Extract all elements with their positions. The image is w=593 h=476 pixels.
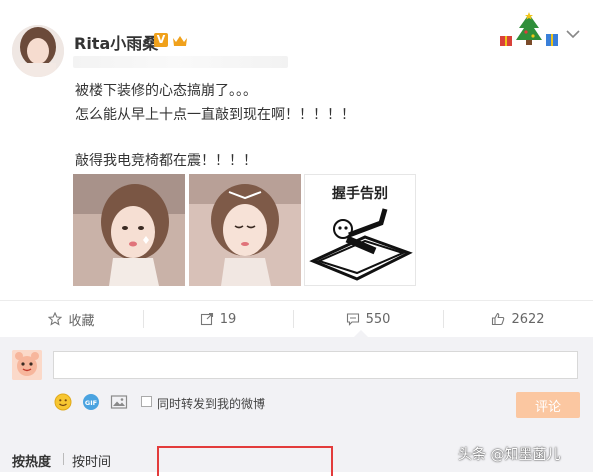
verified-badge-icon: V [154,33,168,47]
image-icon[interactable] [110,393,128,411]
favorite-button[interactable]: 收藏 [0,301,143,337]
post-text-line: 被楼下装修的心态搞崩了。。。 [75,83,257,99]
avatar[interactable] [12,25,64,77]
like-count: 2622 [511,311,545,327]
post-text-line: 敲得我电竞椅都在震！！！！ [75,153,257,169]
username[interactable]: Rita小雨桑 [74,30,158,54]
sort-by-time[interactable]: 按时间 [72,451,111,470]
post-photo[interactable] [73,174,185,286]
post-text-line: 怎么能从早上十点一直敲到现在啊！！！！！ [75,107,355,123]
comment-count: 550 [365,311,391,327]
comment-icon [346,313,359,326]
watermark: 头条 @知墨菡儿 [458,447,561,463]
crown-icon [172,33,188,47]
repost-button[interactable]: 19 [143,301,293,337]
sort-divider [63,453,64,465]
repost-icon [200,312,213,326]
chevron-down-icon[interactable] [566,24,580,39]
my-avatar [12,350,42,380]
svg-text:GIF: GIF [85,399,97,407]
sort-by-hot[interactable]: 按热度 [12,451,51,470]
comment-input[interactable] [53,351,578,379]
comment-button[interactable]: 550 [293,301,443,337]
post-photo[interactable] [189,174,301,286]
emoji-icon[interactable] [54,393,72,411]
comment-caret [354,330,368,337]
gif-icon[interactable]: GIF [82,393,100,411]
forward-checkbox[interactable] [141,396,152,407]
post-meta-blurred [73,56,288,68]
favorite-label: 收藏 [68,313,95,329]
christmas-tree-icon [498,12,560,48]
like-button[interactable]: 2622 [443,301,593,337]
star-icon [48,312,63,326]
repost-count: 19 [219,311,237,327]
forward-label: 同时转发到我的微博 [157,397,266,411]
thumbs-up-icon [492,312,505,326]
meme-image[interactable]: 握手告别 [304,174,416,286]
submit-comment-button[interactable]: 评论 [516,392,580,418]
action-bar: 收藏 19 550 2622 [0,300,593,337]
